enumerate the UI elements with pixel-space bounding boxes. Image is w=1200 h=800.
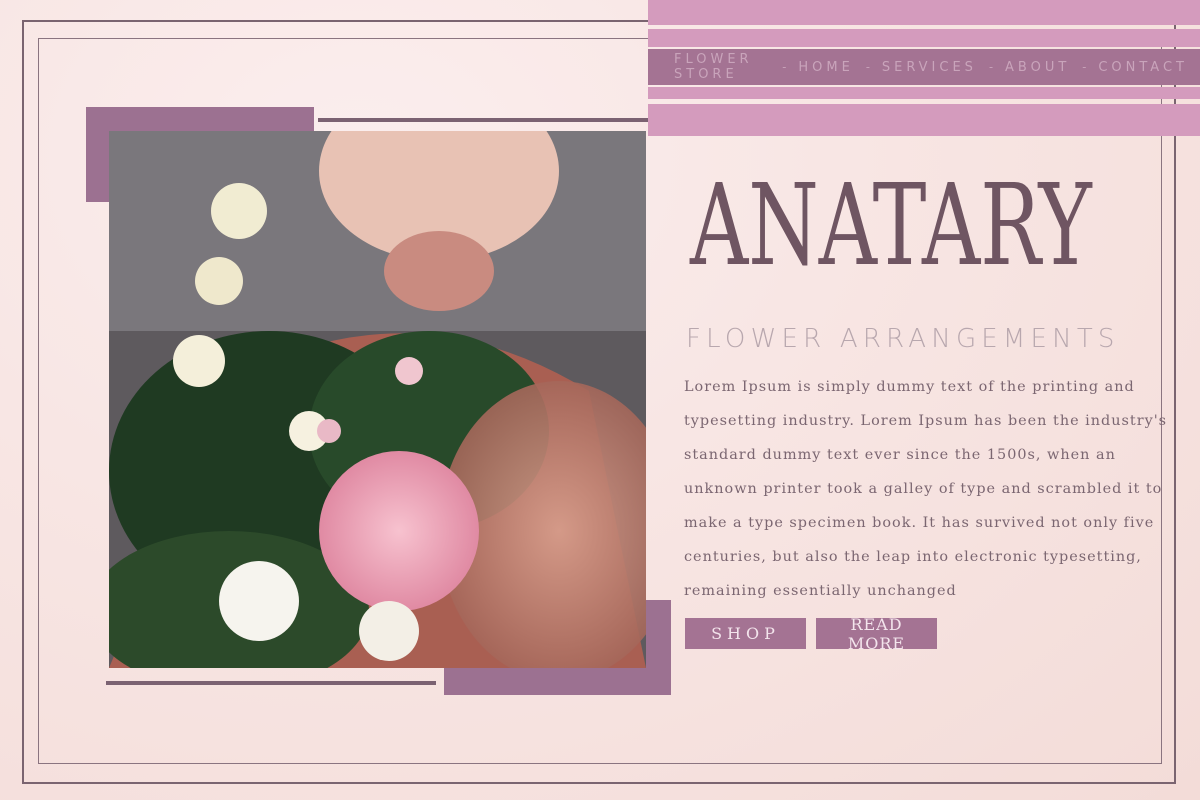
nav-item-about[interactable]: ABOUT <box>993 60 1082 75</box>
decorative-line-top <box>318 118 648 122</box>
brand-title: ANATARY <box>690 161 1092 291</box>
header-stripe-4 <box>648 104 1200 136</box>
brand-subtitle: FLOWER ARRANGEMENTS <box>686 324 1120 354</box>
top-navigation: FLOWER STORE - HOME - SERVICES - ABOUT -… <box>648 49 1200 85</box>
nav-item-services[interactable]: SERVICES <box>870 60 989 75</box>
header-stripe-2 <box>648 29 1200 47</box>
nav-item-flower-store[interactable]: FLOWER STORE <box>674 52 782 82</box>
shop-button[interactable]: SHOP <box>685 618 806 649</box>
description-paragraph: Lorem Ipsum is simply dummy text of the … <box>684 379 1168 599</box>
read-more-button[interactable]: READ MORE <box>816 615 937 653</box>
nav-item-contact[interactable]: CONTACT <box>1086 60 1200 75</box>
nav-item-home[interactable]: HOME <box>786 60 865 75</box>
header-stripe-1 <box>648 0 1200 25</box>
decorative-line-bottom <box>106 681 436 685</box>
flower-bouquet-photo <box>109 131 646 668</box>
header-stripe-3 <box>648 87 1200 99</box>
